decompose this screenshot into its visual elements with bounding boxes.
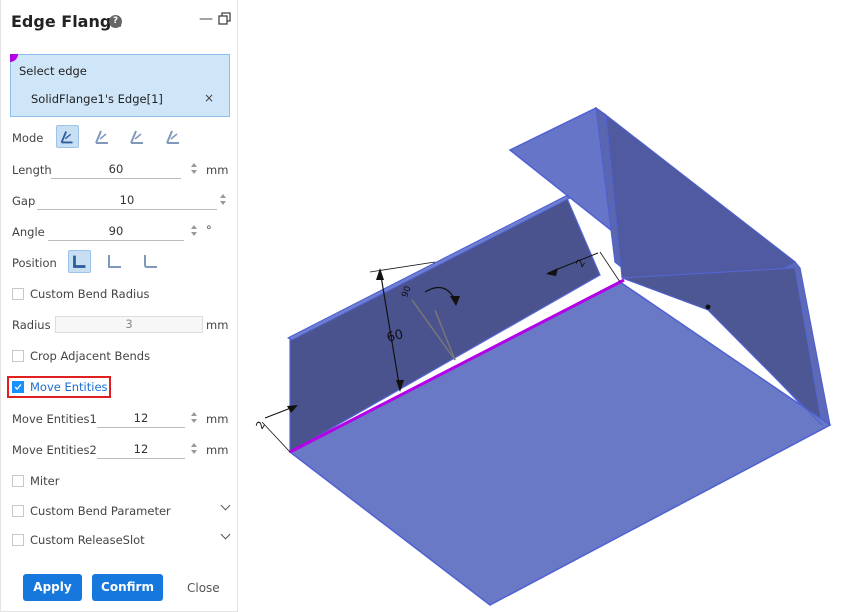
move-entities1-unit: mm (206, 412, 229, 426)
minimize-icon[interactable]: — (199, 11, 213, 27)
chevron-down-icon[interactable] (220, 500, 231, 511)
edge-flange-panel: Edge Flange ? — Select edge SolidFlange1… (0, 0, 238, 612)
gap-input[interactable]: 10 (37, 191, 217, 210)
help-icon[interactable]: ? (109, 15, 122, 28)
dim-left-text[interactable]: 2 (253, 419, 268, 432)
position-1-icon[interactable] (68, 250, 91, 273)
radius-label: Radius (12, 318, 51, 332)
mode-4-icon[interactable] (162, 125, 185, 148)
gap-label: Gap (12, 194, 36, 208)
move-entities-label: Move Entities (30, 380, 108, 394)
mode-2-icon[interactable] (91, 125, 114, 148)
move-entities2-label: Move Entities2 (12, 443, 97, 457)
remove-selection-icon[interactable]: × (204, 91, 214, 105)
chevron-down-icon[interactable] (220, 529, 231, 540)
move-entities1-input[interactable]: 12 (97, 409, 185, 428)
selection-indicator (10, 54, 18, 62)
selected-edge-item[interactable]: SolidFlange1's Edge[1] (31, 92, 163, 106)
position-2-icon[interactable] (103, 250, 126, 273)
custom-bend-parameter-checkbox[interactable] (12, 505, 24, 517)
right-wall-panel (605, 113, 796, 279)
angle-label: Angle (12, 225, 45, 239)
panel-title: Edge Flange (11, 12, 123, 31)
move-entities2-unit: mm (206, 443, 229, 457)
custom-release-slot-checkbox[interactable] (12, 534, 24, 546)
close-button[interactable]: Close (187, 581, 220, 595)
miter-checkbox[interactable] (12, 475, 24, 487)
apply-button[interactable]: Apply (23, 574, 82, 601)
custom-release-slot-label: Custom ReleaseSlot (30, 533, 145, 547)
length-stepper[interactable] (190, 162, 198, 176)
angle-unit: ° (206, 223, 212, 237)
position-label: Position (12, 256, 57, 270)
move-entities1-label: Move Entities1 (12, 412, 97, 426)
length-input[interactable]: 60 (51, 160, 181, 179)
mode-1-icon[interactable] (56, 125, 79, 148)
move-entities-checkbox[interactable] (12, 381, 24, 393)
radius-unit: mm (206, 318, 229, 332)
3d-viewport[interactable]: 60 90 2 2 (238, 0, 843, 612)
radius-input: 3 (55, 316, 203, 333)
restore-window-icon[interactable] (218, 12, 231, 25)
miter-label: Miter (30, 474, 60, 488)
reference-point (705, 304, 711, 310)
move-entities2-input[interactable]: 12 (97, 440, 185, 459)
position-3-icon[interactable] (139, 250, 162, 273)
move-entities2-stepper[interactable] (190, 442, 198, 456)
mode-3-icon[interactable] (126, 125, 149, 148)
custom-bend-parameter-label: Custom Bend Parameter (30, 504, 171, 518)
custom-bend-radius-label: Custom Bend Radius (30, 287, 150, 301)
angle-input[interactable]: 90 (48, 222, 184, 241)
custom-bend-radius-checkbox[interactable] (12, 288, 24, 300)
crop-adjacent-bends-label: Crop Adjacent Bends (30, 349, 151, 363)
angle-stepper[interactable] (190, 224, 198, 238)
gap-stepper[interactable] (219, 193, 227, 207)
confirm-button[interactable]: Confirm (92, 574, 163, 601)
length-unit: mm (206, 163, 229, 177)
select-edge-label: Select edge (19, 64, 87, 78)
move-entities1-stepper[interactable] (190, 411, 198, 425)
edge-selection-box[interactable]: Select edge SolidFlange1's Edge[1] × (10, 54, 230, 117)
crop-adjacent-bends-checkbox[interactable] (12, 350, 24, 362)
panel-header: Edge Flange ? — (1, 0, 239, 44)
length-label: Length (12, 163, 52, 177)
mode-label: Mode (12, 131, 44, 145)
